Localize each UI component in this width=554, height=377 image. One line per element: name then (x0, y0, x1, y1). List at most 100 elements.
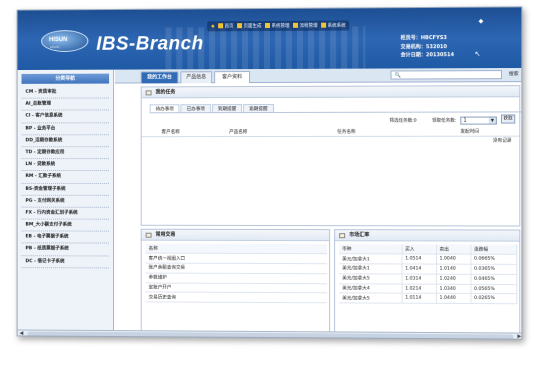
search-input[interactable]: 🔍 (390, 70, 502, 80)
top-nav: ◆ 首页 页面生成 系统管理 流程管理 系统系统 (207, 20, 350, 32)
search-button[interactable]: 搜索 (506, 70, 521, 79)
rate-currency: 美元/加拿大5 (339, 293, 402, 304)
teller-id: 柜员号：HBCFYS3 (400, 35, 447, 42)
sidebar-item-cm[interactable]: CM - 资质审批 (21, 86, 110, 99)
fetch-count-label: 领取任务数: (431, 118, 457, 124)
app-window: HISUN HISUN IBS-Branch ◆ 首页 页面生成 系统管理 流程… (16, 6, 523, 340)
sidebar-item-dc[interactable]: DC - 借记卡子系统 (21, 255, 110, 269)
subtab-due[interactable]: 到期提醒 (211, 104, 243, 113)
sidebar-item-eb[interactable]: EB - 电子票据子系统 (21, 231, 110, 244)
sidebar-item-ln[interactable]: LN - 贷款系统 (21, 159, 110, 172)
common-tx-header: 常用交易 (141, 229, 330, 242)
col-task-name: 任务名称 (337, 129, 356, 135)
col-buy: 买入 (401, 244, 436, 255)
nav-item-system-2[interactable]: 系统系统 (321, 22, 346, 29)
sidebar-item-ci[interactable]: CI - 客户信息系统 (21, 110, 110, 124)
rate-buy: 1.0514 (401, 254, 436, 265)
rate-currency: 美元/加拿大4 (339, 283, 402, 294)
sidebar: 分类导航 CM - 资质审批 AI_总账管理 CI - 客户信息系统 BP - … (17, 69, 115, 339)
common-tx-link[interactable]: 交易历史查询 (145, 292, 328, 304)
no-records-text: 没有记录 (492, 138, 512, 144)
col-product-name: 产品名称 (229, 130, 248, 136)
user-info: 柜员号：HBCFYS3 交易机构：532010 会计日期：20130514 (401, 34, 454, 60)
app-brand: IBS-Branch (96, 33, 204, 55)
filter-count: 筛选任务数:0 (389, 118, 417, 124)
sidebar-item-pg[interactable]: PG - 支付网关系统 (21, 195, 110, 208)
search-icon: 🔍 (394, 72, 401, 79)
tab-customer-data[interactable]: 客户资料 (214, 71, 251, 84)
common-tx-col-name: 名称 (145, 243, 328, 254)
cursor-icon: ↖ (474, 49, 481, 59)
logo-subtext: HISUN (49, 45, 60, 50)
sidebar-item-bs[interactable]: BS-资金管理子系统 (21, 183, 110, 196)
page-icon (237, 23, 243, 29)
rate-currency: 美元/加拿大5 (339, 273, 402, 284)
home-icon (218, 23, 224, 29)
tab-bar: 我的工作台 产品信息 客户资料 🔍 搜索 (114, 67, 523, 84)
scroll-right-icon[interactable]: ▶ (517, 334, 521, 340)
subtab-done[interactable]: 已办事项 (180, 104, 211, 113)
fetch-count-select[interactable]: 1 ▼ (460, 116, 497, 125)
collapse-header-icon[interactable]: ◆ (479, 18, 484, 25)
col-customer-name: 客户名称 (161, 130, 180, 136)
market-rates-table: 币种 买入 卖出 涨跌幅 美元/加拿大1 1.0514 1.0040 0.066… (339, 244, 517, 305)
tasks-table-header: 客户名称 产品名称 任务名称 发起时间 (141, 128, 520, 138)
scroll-left-icon[interactable]: ◀ (20, 330, 24, 337)
sidebar-item-ai[interactable]: AI_总账管理 (21, 98, 110, 111)
rate-currency: 美元/加拿大1 (339, 263, 402, 274)
sidebar-item-rm[interactable]: RM - 汇款子系统 (21, 171, 110, 184)
scrollbar-thumb[interactable] (27, 331, 514, 340)
task-subtabs: 待办事项 已办事项 到期提醒 逾期提醒 (149, 103, 523, 114)
tasks-panel-header: 我的任务 (141, 86, 520, 99)
table-row: 币种 买入 卖出 涨跌幅 (339, 244, 517, 255)
accounting-date: 会计日期：20130514 (400, 52, 455, 59)
org-id: 交易机构：532010 (400, 43, 448, 50)
subtab-todo[interactable]: 待办事项 (149, 104, 180, 113)
sidebar-item-td[interactable]: TD - 定期存款应用 (21, 147, 110, 160)
tasks-title: 我的任务 (155, 89, 176, 96)
rate-buy: 1.0214 (401, 283, 436, 294)
col-currency: 币种 (339, 244, 402, 255)
nav-item-process[interactable]: 流程管理 (293, 22, 318, 29)
rate-change: 0.0365% (470, 264, 517, 275)
common-tx-title: 常用交易 (155, 231, 176, 238)
tasks-panel: 我的任务 待办事项 已办事项 到期提醒 逾期提醒 筛选任务数:0 领取任务数: … (140, 85, 523, 227)
table-row: 美元/加拿大5 1.0114 1.0440 0.0265% (339, 293, 517, 305)
common-tx-icon (145, 232, 152, 238)
rate-sell: 1.0040 (435, 254, 471, 265)
rate-sell: 1.0240 (435, 274, 471, 285)
rate-sell: 1.0340 (435, 283, 471, 294)
rate-buy: 1.0314 (401, 273, 436, 284)
logo-text: HISUN (48, 37, 68, 44)
nav-home-icon: ◆ (211, 23, 215, 29)
sidebar-item-pb[interactable]: PB - 纸质票据子系统 (21, 243, 110, 257)
chevron-down-icon: ▼ (488, 117, 496, 124)
rate-buy: 1.0414 (401, 264, 436, 275)
common-tx-link[interactable]: 客户统一视图入口 (145, 253, 328, 264)
fetch-button[interactable]: 获取 (500, 114, 516, 124)
market-rates-header: 市场汇率 (335, 230, 520, 242)
system-icon (265, 22, 271, 29)
common-tx-panel: 常用交易 名称 客户统一视图入口 账户余额查询交易 参数维护 定账户开户 交易历… (140, 228, 331, 338)
market-rates-panel: 市场汇率 币种 买入 卖出 涨跌幅 美元/加拿大1 1.0514 1.0040 … (334, 229, 521, 339)
tab-product-info[interactable]: 产品信息 (180, 71, 213, 84)
sidebar-item-bp[interactable]: BP - 业务平台 (21, 122, 110, 136)
header-banner: HISUN HISUN IBS-Branch ◆ 首页 页面生成 系统管理 流程… (17, 7, 523, 71)
rate-buy: 1.0114 (401, 293, 436, 304)
process-icon (293, 22, 299, 28)
rate-currency: 美元/加拿大1 (339, 254, 402, 265)
rate-change: 0.0565% (470, 284, 517, 295)
sidebar-item-bm[interactable]: BM_大小额支付子系统 (21, 219, 110, 232)
sidebar-item-fx[interactable]: FX - 行内资金汇划子系统 (21, 207, 110, 220)
subtab-overdue[interactable]: 逾期提醒 (243, 103, 274, 113)
sidebar-item-dd[interactable]: DD_活期存款系统 (21, 134, 110, 148)
main-content: 我的工作台 产品信息 客户资料 🔍 搜索 我的任务 待办事项 已办事项 到期提醒… (114, 67, 523, 340)
table-row: 美元/加拿大1 1.0514 1.0040 0.0665% (339, 254, 517, 265)
tab-my-workbench[interactable]: 我的工作台 (140, 71, 179, 84)
tasks-icon (145, 90, 152, 96)
nav-item-page-gen[interactable]: 页面生成 (237, 23, 261, 29)
nav-item-system[interactable]: 系统管理 (265, 22, 289, 29)
market-rates-icon (339, 233, 346, 239)
nav-item-home[interactable]: 首页 (218, 23, 234, 29)
folder-icon (321, 22, 327, 28)
